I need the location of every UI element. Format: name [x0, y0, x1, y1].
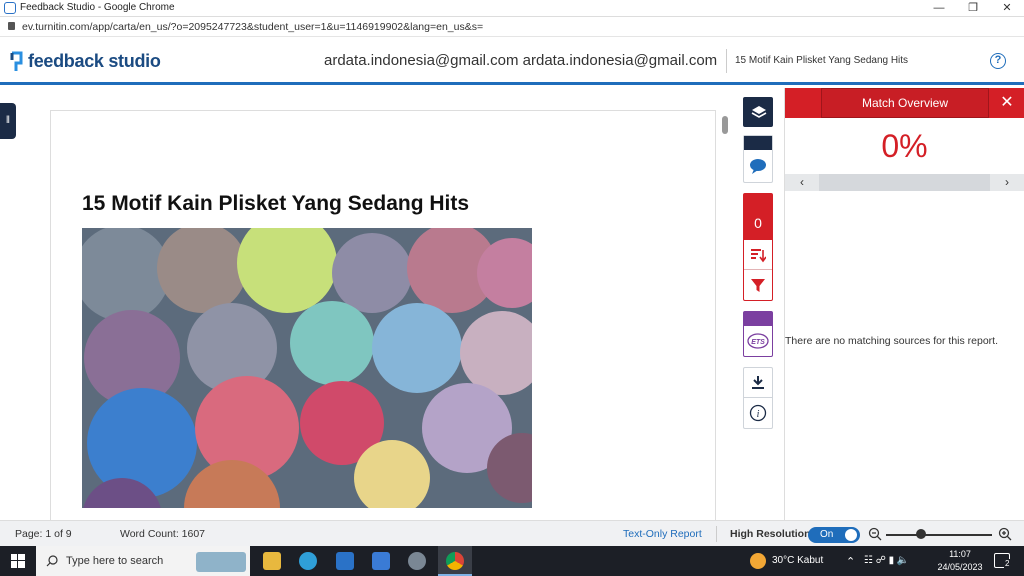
zoom-in-icon[interactable]	[998, 527, 1012, 541]
layers-icon	[751, 106, 767, 118]
taskbar-search[interactable]: Type here to search	[36, 546, 250, 576]
zoom-slider-knob[interactable]	[916, 529, 926, 539]
svg-text:ETS: ETS	[751, 339, 765, 346]
no-match-message: There are no matching sources for this r…	[785, 335, 999, 347]
notification-count: 2	[1004, 559, 1011, 568]
comment-bubble-icon	[750, 159, 766, 174]
similarity-percent: 0%	[881, 128, 928, 164]
app-header: feedback studio ardata.indonesia@gmail.c…	[0, 37, 1024, 85]
fabric-rolls-image	[82, 228, 532, 508]
ets-button[interactable]: ETS	[743, 311, 773, 357]
zoom-out-icon[interactable]	[868, 527, 882, 541]
edge-browser-icon[interactable]	[299, 552, 317, 570]
similarity-tab-icon	[744, 194, 772, 208]
document-heading: 15 Motif Kain Plisket Yang Sedang Hits	[82, 192, 470, 215]
comments-button[interactable]	[743, 135, 773, 183]
paint-icon[interactable]	[408, 552, 426, 570]
zoom-slider-track[interactable]	[886, 534, 992, 536]
high-resolution-label: High Resolution	[730, 528, 811, 540]
search-icon	[46, 555, 58, 567]
sort-button[interactable]	[744, 240, 772, 270]
info-icon: i	[749, 404, 767, 422]
match-overview-panel: Match Overview ✕ 0% ‹ › There are no mat…	[785, 88, 1024, 520]
toggle-knob	[845, 529, 857, 541]
filter-icon	[751, 279, 765, 292]
chrome-taskbar-item[interactable]	[438, 546, 472, 576]
store-icon[interactable]	[372, 552, 390, 570]
toggle-state: On	[820, 529, 834, 540]
download-button[interactable]	[744, 368, 772, 398]
chevron-up-icon[interactable]: ⌃	[846, 555, 855, 568]
notification-icon[interactable]: 2	[994, 553, 1011, 568]
windows-taskbar: Type here to search 30°C Kabut ⌃ ☷ ☍ ▮ 🔈…	[0, 546, 1024, 576]
clock-time: 11:07	[949, 549, 971, 559]
download-icon	[752, 376, 764, 389]
help-icon[interactable]: ?	[990, 53, 1006, 69]
clock-date: 24/05/2023	[937, 562, 983, 572]
scrollbar-thumb[interactable]	[722, 116, 728, 134]
windows-start-icon[interactable]	[11, 554, 25, 568]
layers-tab-icon	[744, 136, 772, 150]
minimize-button[interactable]: —	[922, 0, 956, 17]
layers-button[interactable]	[743, 97, 773, 127]
similarity-group: 0	[743, 193, 773, 301]
file-explorer-icon[interactable]	[263, 552, 281, 570]
chevron-right-icon[interactable]: ›	[990, 174, 1024, 191]
lock-icon	[8, 22, 15, 30]
logo-text: feedback studio	[28, 51, 161, 71]
chevron-left-icon[interactable]: ‹	[785, 174, 819, 191]
browser-titlebar: Feedback Studio - Google Chrome — ❐ ✕	[0, 0, 1024, 17]
panel-header: Match Overview ✕	[785, 88, 1024, 118]
info-button[interactable]: i	[744, 398, 772, 428]
page-indicator: Page: 1 of 9	[15, 528, 72, 540]
text-only-report-link[interactable]: Text-Only Report	[623, 528, 702, 540]
weather-text[interactable]: 30°C Kabut	[772, 555, 823, 566]
mail-icon[interactable]	[336, 552, 354, 570]
turnitin-favicon-icon	[4, 2, 16, 14]
sort-icon	[751, 249, 767, 263]
user-email: ardata.indonesia@gmail.com ardata.indone…	[324, 52, 718, 69]
address-bar[interactable]: ev.turnitin.com/app/carta/en_us/?o=20952…	[0, 17, 1024, 37]
search-highlight-icon	[196, 552, 246, 572]
chrome-icon	[446, 552, 464, 570]
url-text[interactable]: ev.turnitin.com/app/carta/en_us/?o=20952…	[22, 21, 483, 33]
filter-button[interactable]	[744, 270, 772, 300]
word-count: Word Count: 1607	[120, 528, 206, 540]
weather-icon	[750, 553, 766, 569]
source-nav-bar: ‹ ›	[785, 174, 1024, 191]
restore-button[interactable]: ❐	[956, 0, 990, 17]
main-area: ‖ 15 Motif Kain Plisket Yang Sedang Hits	[0, 88, 1024, 530]
ets-tab-icon	[744, 312, 772, 326]
search-placeholder: Type here to search	[66, 555, 164, 567]
document-title: 15 Motif Kain Plisket Yang Sedang Hits	[735, 55, 909, 66]
header-divider	[726, 49, 727, 73]
side-panel-toggle[interactable]: ‖	[0, 103, 16, 139]
match-overview-tab[interactable]: Match Overview	[821, 88, 989, 118]
svg-text:i: i	[757, 409, 760, 420]
feedback-studio-logo-icon	[10, 51, 23, 71]
window-title: Feedback Studio - Google Chrome	[20, 2, 175, 13]
close-window-button[interactable]: ✕	[990, 0, 1024, 17]
download-info-group: i	[743, 367, 773, 429]
similarity-count-button[interactable]: 0	[744, 208, 772, 240]
high-resolution-toggle[interactable]: On	[808, 527, 860, 543]
clock[interactable]: 11:07 24/05/2023	[936, 548, 984, 574]
status-divider	[716, 526, 717, 542]
status-bar: Page: 1 of 9 Word Count: 1607 Text-Only …	[0, 520, 1024, 546]
ets-icon: ETS	[747, 333, 769, 349]
tray-icons[interactable]: ☷ ☍ ▮ 🔈	[864, 555, 909, 566]
close-panel-icon[interactable]: ✕	[997, 93, 1017, 113]
